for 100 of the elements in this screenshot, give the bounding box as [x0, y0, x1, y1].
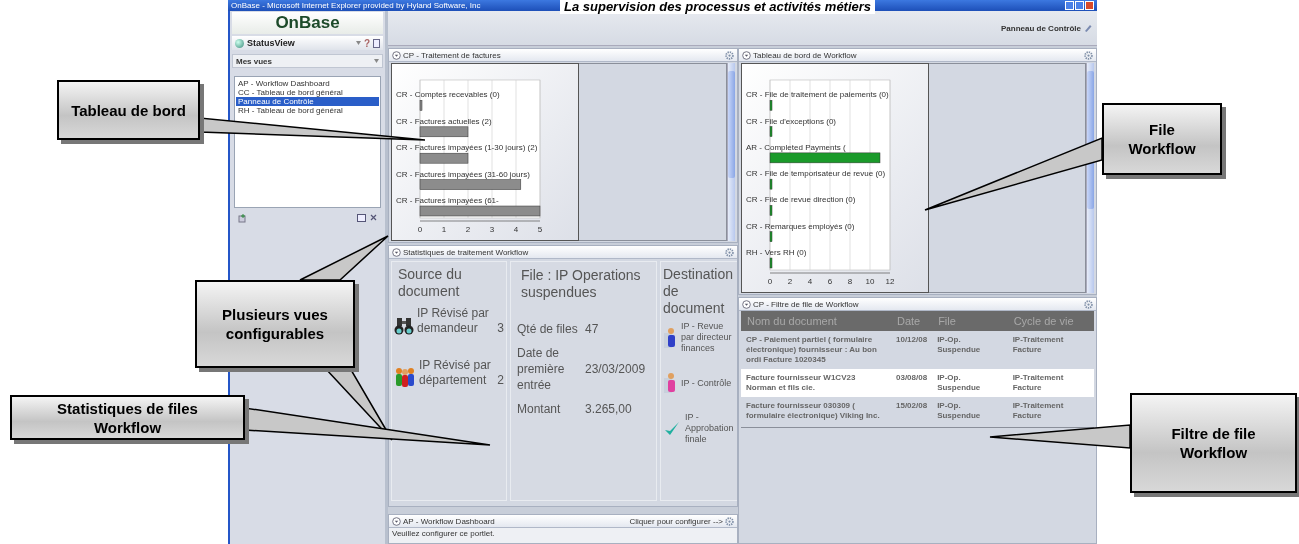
- table-cell: 03/08/08: [891, 369, 933, 397]
- chart-bar: [419, 152, 469, 164]
- settings-icon[interactable]: [725, 247, 734, 257]
- collapse-icon[interactable]: [742, 50, 751, 60]
- globe-icon: [235, 38, 244, 48]
- view-list-item[interactable]: AP - Workflow Dashboard: [236, 79, 379, 88]
- chart-bar: [419, 126, 469, 138]
- people-icon: [394, 366, 416, 388]
- person-icon: [663, 372, 677, 394]
- add-view-icon[interactable]: [238, 214, 247, 223]
- destination-label: IP - Contrôle: [681, 377, 733, 389]
- bar-label: CR - Factures impayées (31-60 jours): [396, 169, 530, 179]
- table-row[interactable]: Facture fournisseur W1CV23 Norman et fils cie. 03/08/08 IP-Op. Suspendue IP-Traitement Facture: [741, 369, 1094, 397]
- bar-label: CR - File de revue direction (0): [746, 195, 856, 205]
- table-cell: 10/12/08: [891, 331, 933, 369]
- scrollbar[interactable]: [727, 63, 735, 241]
- axis-tick-label: 4: [513, 225, 519, 234]
- person-icon: [663, 326, 677, 349]
- binoculars-icon: [394, 316, 414, 336]
- collapse-icon[interactable]: [742, 299, 751, 309]
- settings-icon[interactable]: [1084, 299, 1093, 309]
- chart-bar: [769, 205, 773, 216]
- portlet-message: Veuillez configurer ce portlet.: [389, 528, 737, 543]
- panel-heading: Destination de document: [663, 266, 735, 317]
- table-row[interactable]: CP - Paiement partiel ( formulaire électronique) fournisseur : Au bon ordi Facture 1020345 10/12/08 IP-Op. Suspendue IP-Traitement Facture: [741, 331, 1094, 369]
- field-value: 23/03/2009: [585, 361, 647, 377]
- portlet-title: AP - Workflow Dashboard: [403, 516, 495, 526]
- axis-tick-label: 0: [767, 277, 773, 286]
- column-header: Cycle de vie: [1007, 311, 1094, 331]
- table-row[interactable]: Facture fournisseur 030309 ( formulaire électronique) Viking Inc. 15/02/08 IP-Op. Suspendue IP-Traitement Facture: [741, 397, 1094, 425]
- column-header: Date: [891, 311, 933, 331]
- chart-bar: [769, 231, 773, 242]
- field-label: Montant: [517, 401, 562, 417]
- column-header: File: [932, 311, 1008, 331]
- portlet-title: CP - Filtre de file de Workflow: [753, 299, 859, 309]
- axis-tick-label: 4: [807, 277, 813, 286]
- view-list-item[interactable]: CC - Tableau de bord général: [236, 88, 379, 97]
- bar-label: CR - Factures impayées (1-30 jours) (2): [396, 143, 538, 153]
- close-icon[interactable]: [370, 214, 377, 221]
- caret-icon[interactable]: [355, 41, 361, 45]
- source-count: 2: [497, 373, 504, 388]
- collapse-icon[interactable]: [392, 50, 401, 60]
- settings-icon[interactable]: [1084, 50, 1093, 60]
- table-cell: IP-Traitement Facture: [1007, 369, 1094, 397]
- minimize-icon[interactable]: [1065, 1, 1074, 10]
- axis-tick-label: 5: [537, 225, 543, 234]
- maximize-icon[interactable]: [1075, 1, 1084, 10]
- axis-tick-label: 2: [465, 225, 471, 234]
- chart-bar: [769, 100, 773, 111]
- configure-link[interactable]: Cliquer pour configurer -->: [629, 516, 723, 526]
- settings-icon[interactable]: [725, 516, 734, 526]
- view-list-item[interactable]: RH - Tableau de bord général: [236, 106, 379, 115]
- app-logo: OnBase: [232, 12, 383, 34]
- field-label: Qté de files: [517, 321, 579, 337]
- bar-label: CR - Comptes recevables (0): [396, 90, 500, 100]
- field-value: 47: [585, 321, 600, 337]
- portlet-title: Tableau de bord de Workflow: [753, 50, 857, 60]
- source-label: IP Révisé par demandeur: [417, 306, 490, 336]
- axis-tick-label: 8: [847, 277, 853, 286]
- bar-label: CR - Factures impayées (61-: [396, 196, 499, 205]
- settings-icon[interactable]: [725, 50, 734, 60]
- chart-bar: [769, 126, 773, 137]
- collapse-icon[interactable]: [392, 247, 401, 257]
- axis-tick-label: 2: [787, 277, 793, 286]
- page-heading: Panneau de Contrôle: [1001, 23, 1081, 33]
- pen-icon[interactable]: [1084, 24, 1092, 32]
- column-header: Nom du document: [741, 311, 891, 331]
- table-cell: IP-Op. Suspendue: [932, 331, 1008, 369]
- document-icon[interactable]: [373, 38, 380, 48]
- portlet-title: Statistiques de traitement Workflow: [403, 247, 529, 257]
- field-value: 3.265,00: [585, 401, 633, 417]
- slide-title: La supervision des processus et activités métiers: [560, 0, 876, 14]
- bar-label: RH - Vers RH (0): [746, 248, 807, 257]
- bar-label: CR - File de traitement de paiements (0): [746, 90, 889, 100]
- bar-label: CR - Remarques employés (0): [746, 221, 855, 231]
- help-button[interactable]: ?: [363, 37, 370, 49]
- table-cell: Facture fournisseur W1CV23 Norman et fils cie.: [741, 369, 891, 397]
- axis-tick-label: 3: [489, 225, 495, 234]
- table-cell: IP-Op. Suspendue: [932, 369, 1008, 397]
- field-label: Date de première entrée: [517, 345, 566, 393]
- destination-label: IP - Approbation finale: [685, 412, 735, 445]
- window-icon[interactable]: [357, 214, 366, 222]
- chart-bar: [419, 100, 423, 111]
- axis-tick-label: 10: [865, 277, 875, 286]
- caret-icon: [374, 59, 379, 63]
- view-list-item[interactable]: Panneau de Contrôle: [236, 97, 379, 106]
- portlet-title: CP - Traitement de factures: [403, 50, 501, 60]
- table-cell: IP-Traitement Facture: [1007, 331, 1094, 369]
- destination-label: IP - Revue par directeur finances: [681, 321, 733, 354]
- bar-label: AR - Completed Payments (: [746, 142, 846, 152]
- bar-label: CR - File d'exceptions (0): [746, 116, 836, 126]
- bar-label: CR - Factures actuelles (2): [396, 116, 492, 126]
- views-dropdown[interactable]: Mes vues: [232, 54, 383, 68]
- collapse-icon[interactable]: [392, 516, 401, 526]
- source-label: IP Révisé par département: [419, 358, 492, 388]
- app-name: StatusView: [247, 38, 296, 48]
- panel-heading: Source du document: [398, 266, 463, 300]
- axis-tick-label: 6: [827, 277, 833, 286]
- source-count: 3: [497, 321, 504, 336]
- panel-heading: File : IP Operations suspendues: [521, 267, 642, 301]
